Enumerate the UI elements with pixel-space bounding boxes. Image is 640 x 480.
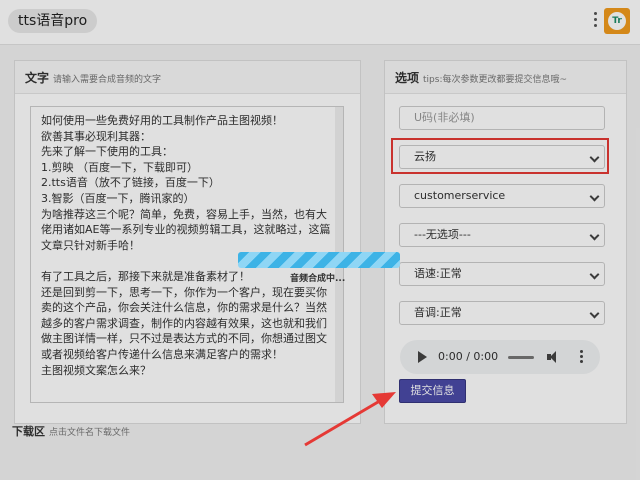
annotation-arrow: [304, 392, 396, 447]
annotation-arrow-head: [372, 392, 396, 408]
annotation-arrow-shaft: [304, 400, 379, 447]
